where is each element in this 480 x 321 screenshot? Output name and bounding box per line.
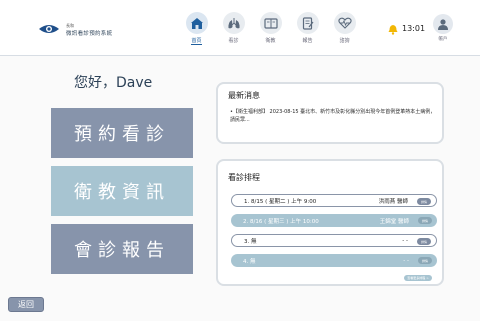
brand-title: 微訊看診預約系統 — [66, 31, 113, 37]
account-label: 帳戶 — [438, 37, 448, 42]
main-nav: 首頁 看診 衛教 報告 諮詢 — [182, 12, 359, 45]
nav-home[interactable]: 首頁 — [182, 12, 211, 45]
greeting: 您好，Dave — [74, 75, 153, 91]
logo-icon — [39, 25, 59, 33]
schedule-card: 看診排程 1. 8/15 ( 星期二 ) 上午 9:00 洪雨燕 醫師 詳情 2… — [216, 159, 444, 286]
nav-home-label: 首頁 — [191, 38, 202, 45]
schedule-row[interactable]: 3. 無 - - 詳情 — [231, 234, 437, 247]
news-title: 最新消息 — [228, 91, 260, 100]
clock-time: 13:01 — [402, 24, 426, 33]
details-button[interactable]: 詳情 — [417, 198, 431, 205]
schedule-row-text: 1. 8/15 ( 星期二 ) 上午 9:00 — [244, 198, 317, 205]
bell-icon[interactable] — [388, 24, 398, 35]
schedule-row[interactable]: 1. 8/15 ( 星期二 ) 上午 9:00 洪雨燕 醫師 詳情 — [231, 194, 437, 207]
header: 長和 微訊看診預約系統 首頁 看診 衛教 報告 諮詢 13:01 帳戶 — [0, 0, 480, 56]
health-education-button[interactable]: 衛教資訊 — [51, 166, 193, 216]
schedule-row[interactable]: 2. 8/16 ( 星期三 ) 上午 10:00 王錦堂 醫師 詳情 — [231, 214, 437, 227]
book-icon — [259, 12, 282, 34]
details-button[interactable]: 詳情 — [417, 238, 431, 245]
schedule-row-doctor: 王錦堂 醫師 — [379, 218, 409, 225]
home-icon — [185, 12, 208, 34]
account-button[interactable]: 帳戶 — [432, 14, 454, 42]
heart-pulse-icon — [333, 12, 356, 34]
nav-report-label: 報告 — [302, 38, 313, 44]
nav-report[interactable]: 報告 — [293, 12, 322, 45]
nav-inquiry[interactable]: 諮詢 — [330, 12, 359, 45]
nav-education[interactable]: 衛教 — [256, 12, 285, 45]
details-button[interactable]: 詳情 — [418, 217, 432, 224]
consultation-report-button[interactable]: 會診報告 — [51, 224, 193, 274]
user-icon — [433, 14, 453, 34]
schedule-row-text: 2. 8/16 ( 星期三 ) 上午 10:00 — [243, 218, 319, 225]
report-icon — [296, 12, 319, 34]
details-button[interactable]: 詳情 — [418, 257, 432, 264]
back-button[interactable]: 返回 — [8, 297, 44, 312]
schedule-row[interactable]: 4. 無 - - 詳情 — [231, 254, 437, 267]
app-frame: 長和 微訊看診預約系統 首頁 看診 衛教 報告 諮詢 13:01 帳戶 您好，D… — [0, 0, 480, 321]
news-item[interactable]: •【衛生福利部】 2023-08-15 臺北市、新竹市及彰化縣分別出現今年首例登… — [230, 108, 436, 124]
schedule-row-doctor: 洪雨燕 醫師 — [378, 198, 408, 205]
schedule-row-text: 4. 無 — [243, 258, 256, 265]
news-card: 最新消息 •【衛生福利部】 2023-08-15 臺北市、新竹市及彰化縣分別出現… — [216, 82, 444, 144]
appointment-button[interactable]: 預約看診 — [51, 108, 193, 158]
schedule-row-doctor: - - — [403, 257, 409, 264]
nav-inquiry-label: 諮詢 — [339, 38, 350, 44]
schedule-row-text: 3. 無 — [244, 238, 257, 245]
view-more-schedule-button[interactable]: 查看更多排程 > — [404, 275, 432, 281]
schedule-title: 看診排程 — [228, 173, 260, 182]
nav-consult-label: 看診 — [228, 38, 239, 44]
schedule-row-doctor: - - — [402, 237, 408, 244]
lungs-icon — [222, 12, 245, 34]
nav-consult[interactable]: 看診 — [219, 12, 248, 45]
nav-education-label: 衛教 — [265, 38, 276, 44]
